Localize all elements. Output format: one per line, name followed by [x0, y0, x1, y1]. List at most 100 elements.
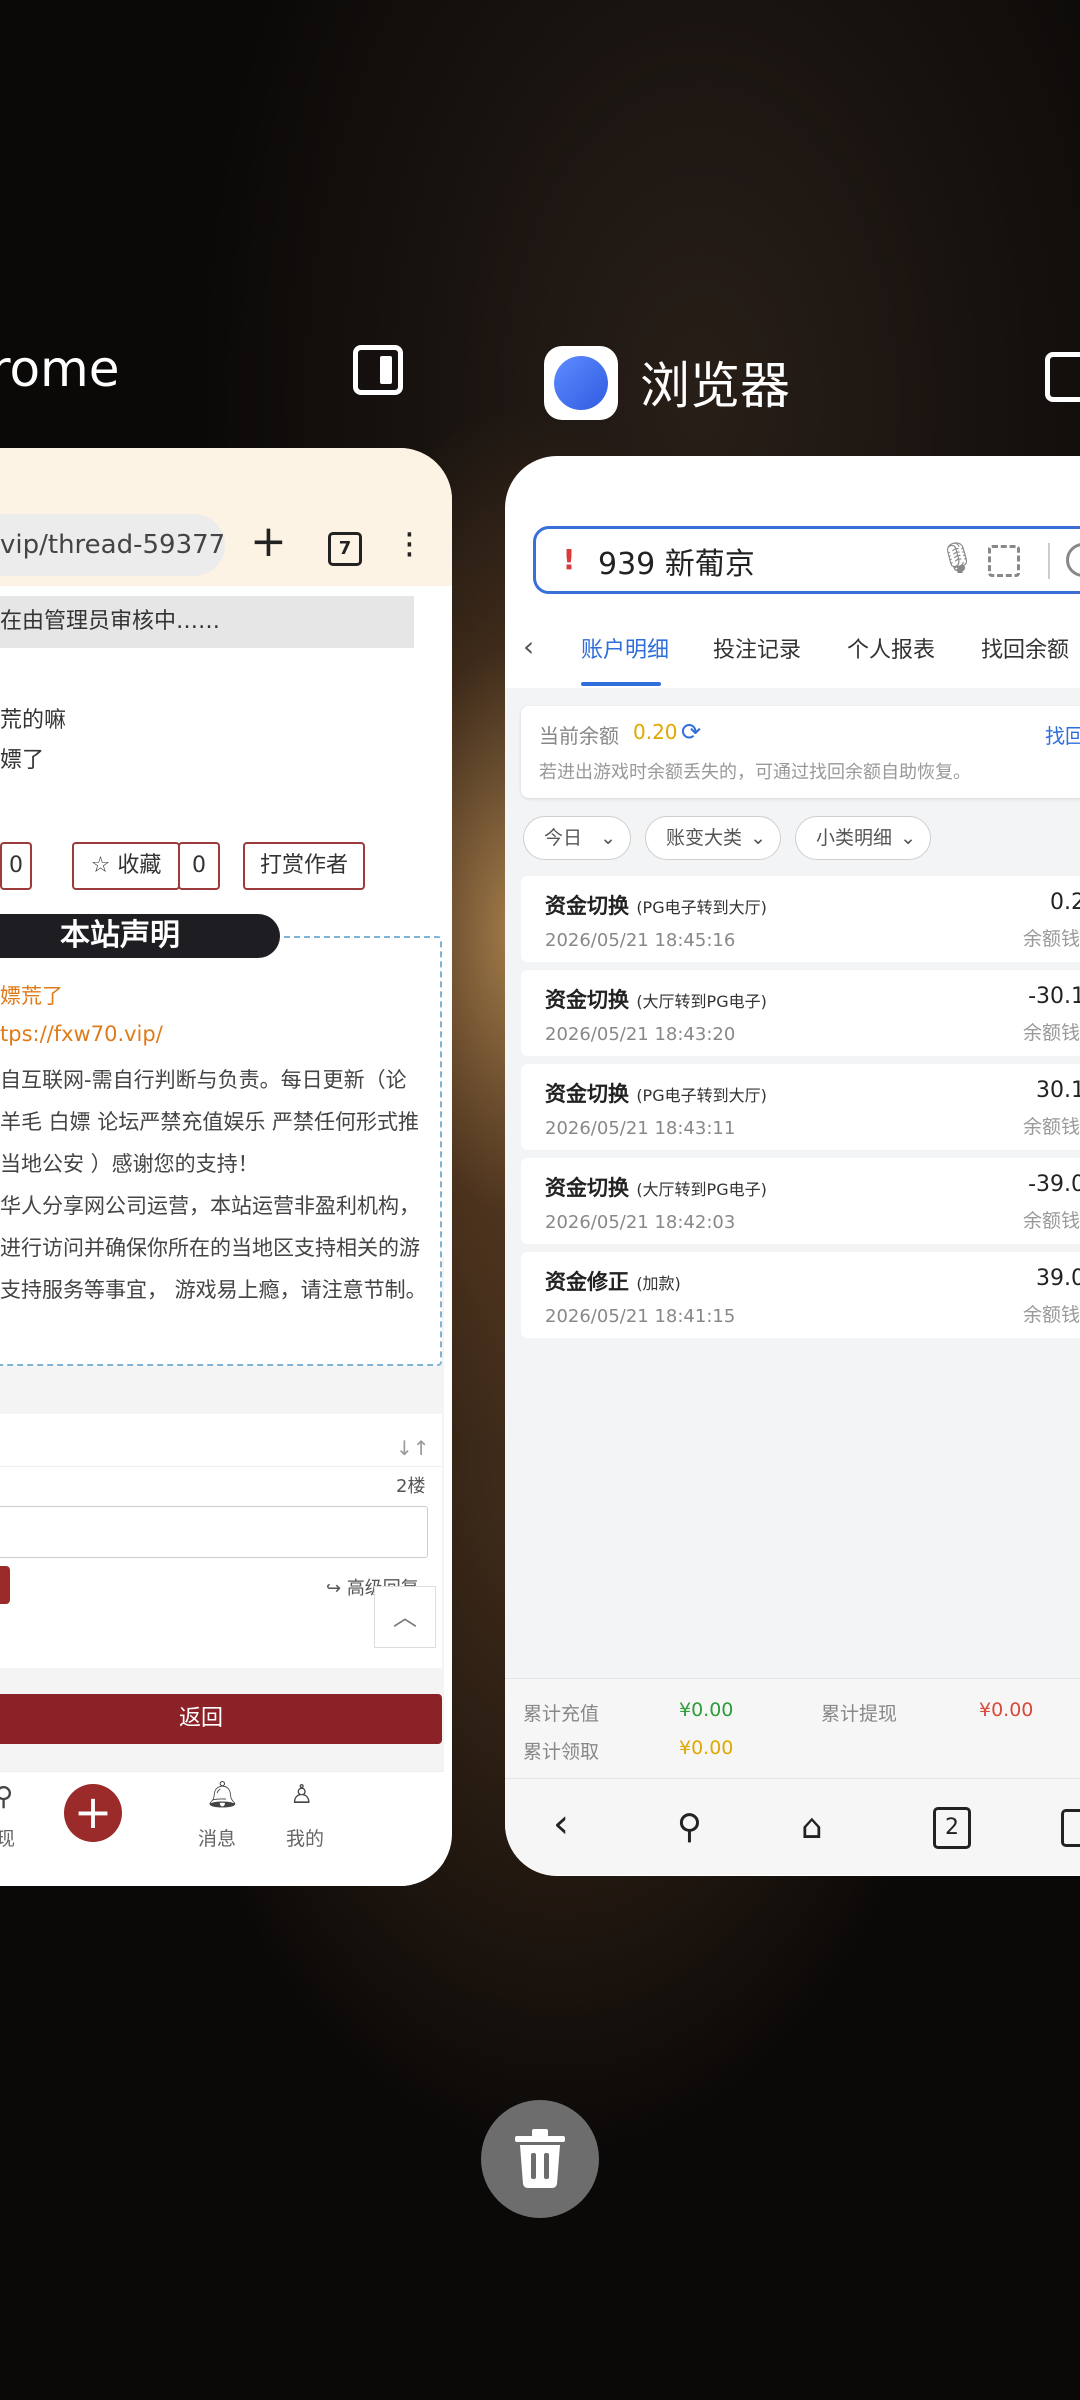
tab-account-detail[interactable]: 账户明细 [581, 632, 669, 664]
back-icon[interactable]: ‹ [553, 1801, 569, 1847]
discover-icon[interactable]: ⚲ [0, 1782, 13, 1812]
record-time: 2026/05/21 18:43:20 [545, 1024, 736, 1045]
reply-submit-button[interactable] [0, 1566, 10, 1604]
notice-line: 华人分享网公司运营，本站运营非盈利机构， [0, 1194, 420, 1218]
scan-icon[interactable] [988, 545, 1020, 577]
favorite-count[interactable]: 0 [178, 842, 220, 890]
like-count[interactable]: 0 [0, 842, 32, 890]
left-app-title[interactable]: rome [0, 340, 120, 398]
record-title: 资金切换 (大厅转到PG电子) [545, 1176, 767, 1200]
record-time: 2026/05/21 18:43:11 [545, 1118, 736, 1139]
record-amount: 0.26 [1050, 890, 1080, 915]
tabs-icon[interactable]: 2 [933, 1807, 971, 1849]
more-menu-icon[interactable]: · · · [404, 518, 415, 572]
scroll-top-button[interactable]: ︿ [374, 1586, 436, 1648]
record-amount: 30.10 [1036, 1078, 1080, 1103]
bell-icon[interactable]: 🔔︎ [206, 1780, 239, 1810]
back-chevron-icon[interactable]: ‹ [523, 630, 534, 663]
right-app-title[interactable]: 浏览器 [640, 346, 790, 418]
filter-subcategory[interactable]: 小类明细 ⌄ [795, 816, 931, 860]
chevron-down-icon: ⌄ [900, 827, 916, 849]
notice-link[interactable]: tps://fxw70.vip/ [0, 1022, 163, 1046]
record-time: 2026/05/21 18:42:03 [545, 1212, 736, 1233]
microphone-icon[interactable]: 🎙︎ [938, 541, 976, 576]
balance-hint: 若进出游戏时余额丢失的，可通过找回余额自助恢复。 [539, 762, 971, 783]
divider [1048, 543, 1050, 579]
shield-warning-icon[interactable]: ! [554, 543, 584, 577]
recover-balance-link[interactable]: 找回余额 [1045, 720, 1080, 749]
tab-personal-report[interactable]: 个人报表 [847, 632, 935, 664]
nav-discover-label[interactable]: 现 [0, 1824, 15, 1851]
nav-mine-label[interactable]: 我的 [286, 1824, 324, 1851]
notice-line: 当地公安 ）感谢您的支持！ [0, 1152, 259, 1176]
tab-recover-balance[interactable]: 找回余额 [981, 632, 1069, 664]
record-title: 资金修正 (加款) [545, 1270, 681, 1294]
deposit-label: 累计充值 [523, 1703, 600, 1725]
active-tab-indicator [581, 682, 661, 686]
split-screen-icon[interactable] [1045, 352, 1080, 402]
notice-line: 自互联网-需自行判断与负责。每日更新（论 [0, 1068, 407, 1092]
record-row[interactable]: 资金切换 (大厅转到PG电子) 2026/05/21 18:42:03 -39.… [521, 1158, 1080, 1244]
record-amount: 39.00 [1036, 1266, 1080, 1291]
reward-author-button[interactable]: 打赏作者 [243, 842, 365, 890]
browser-app-card[interactable]: ! 939 新葡京 🎙︎ ‹ 账户明细 投注记录 个人报表 找回余额 当前余额 … [505, 456, 1080, 1876]
search-icon[interactable]: ⚲ [677, 1807, 702, 1847]
page-content: 在由管理员审核中…… 荒的嘛 嫖了 0 ☆ 收藏 0 打赏作者 本站声明 嫖荒了… [0, 586, 444, 1886]
notice-line: 进行访问并确保你所在的当地区支持相关的游 [0, 1236, 420, 1260]
claim-label: 累计领取 [523, 1741, 600, 1763]
record-wallet: 余额钱包 [1022, 1116, 1080, 1138]
withdraw-value: ¥0.00 [979, 1699, 1034, 1721]
refresh-balance-icon[interactable]: ⟳ [681, 718, 701, 746]
divider [0, 1466, 442, 1467]
back-button[interactable]: 返回 [0, 1694, 442, 1744]
record-title: 资金切换 (大厅转到PG电子) [545, 988, 767, 1012]
search-bar[interactable]: ! 939 新葡京 🎙︎ [533, 526, 1080, 594]
record-wallet: 余额钱包 [1022, 928, 1080, 950]
deposit-value: ¥0.00 [679, 1699, 734, 1721]
record-wallet: 余额钱包 [1022, 1022, 1080, 1044]
site-notice-title: 本站声明 [0, 914, 280, 958]
record-amount: -39.00 [1028, 1172, 1080, 1197]
tab-bet-records[interactable]: 投注记录 [713, 632, 801, 664]
menu-icon[interactable] [1061, 1809, 1080, 1847]
split-screen-icon[interactable] [353, 345, 403, 395]
record-time: 2026/05/21 18:45:16 [545, 930, 736, 951]
url-bar[interactable]: vip/thread-59377.ht [0, 514, 225, 576]
claim-value: ¥0.00 [679, 1737, 734, 1759]
chrome-app-card[interactable]: vip/thread-59377.ht + 7 ··· 在由管理员审核中…… 荒… [0, 448, 452, 1886]
tab-bar: ‹ 账户明细 投注记录 个人报表 找回余额 [505, 606, 1080, 689]
balance-label: 当前余额 [539, 724, 619, 748]
new-post-button[interactable]: + [64, 1784, 122, 1842]
balance-value: 0.20 [633, 720, 678, 744]
filter-date[interactable]: 今日 ⌄ [523, 816, 631, 860]
record-wallet: 余额钱包 [1022, 1304, 1080, 1326]
new-tab-icon[interactable]: + [250, 516, 287, 567]
balance-card: 当前余额 0.20 ⟳ 找回余额 若进出游戏时余额丢失的，可通过找回余额自助恢复… [521, 706, 1080, 798]
record-title: 资金切换 (PG电子转到大厅) [545, 1082, 767, 1106]
record-row[interactable]: 资金切换 (PG电子转到大厅) 2026/05/21 18:43:11 30.1… [521, 1064, 1080, 1150]
trash-icon [515, 2129, 565, 2188]
browser-bottom-nav: ‹ ⚲ ⌂ 2 [505, 1778, 1080, 1875]
summary-bar: 累计充值 ¥0.00 累计提现 ¥0.00 累计领取 ¥0.00 [505, 1678, 1080, 1779]
record-row[interactable]: 资金切换 (大厅转到PG电子) 2026/05/21 18:43:20 -30.… [521, 970, 1080, 1056]
home-icon[interactable]: ⌂ [801, 1807, 823, 1847]
withdraw-label: 累计提现 [821, 1703, 898, 1725]
record-row[interactable]: 资金切换 (PG电子转到大厅) 2026/05/21 18:45:16 0.26… [521, 876, 1080, 962]
reply-card: ↓↑ 2楼 ↪ 高级回复 ︿ [0, 1414, 442, 1668]
favorite-button[interactable]: ☆ 收藏 [72, 842, 180, 890]
search-text[interactable]: 939 新葡京 [598, 539, 755, 583]
tab-switcher-icon[interactable]: 7 [328, 532, 362, 566]
review-notice: 在由管理员审核中…… [0, 596, 414, 648]
reply-text: 荒的嘛 [0, 708, 67, 733]
reply-input[interactable] [0, 1506, 428, 1558]
browser-app-icon[interactable] [544, 346, 618, 420]
clear-all-button[interactable] [481, 2100, 599, 2218]
filter-category[interactable]: 账变大类 ⌄ [645, 816, 781, 860]
sort-icon[interactable]: ↓↑ [396, 1436, 430, 1460]
nav-messages-label[interactable]: 消息 [198, 1824, 236, 1851]
record-row[interactable]: 资金修正 (加款) 2026/05/21 18:41:15 39.00 余额钱包 [521, 1252, 1080, 1338]
refresh-icon[interactable] [1066, 543, 1080, 577]
user-icon[interactable]: ♙ [290, 1780, 313, 1810]
notice-line: 羊毛 白嫖 论坛严禁充值娱乐 严禁任何形式推 [0, 1110, 420, 1134]
chrome-toolbar: vip/thread-59377.ht + 7 ··· [0, 448, 452, 586]
